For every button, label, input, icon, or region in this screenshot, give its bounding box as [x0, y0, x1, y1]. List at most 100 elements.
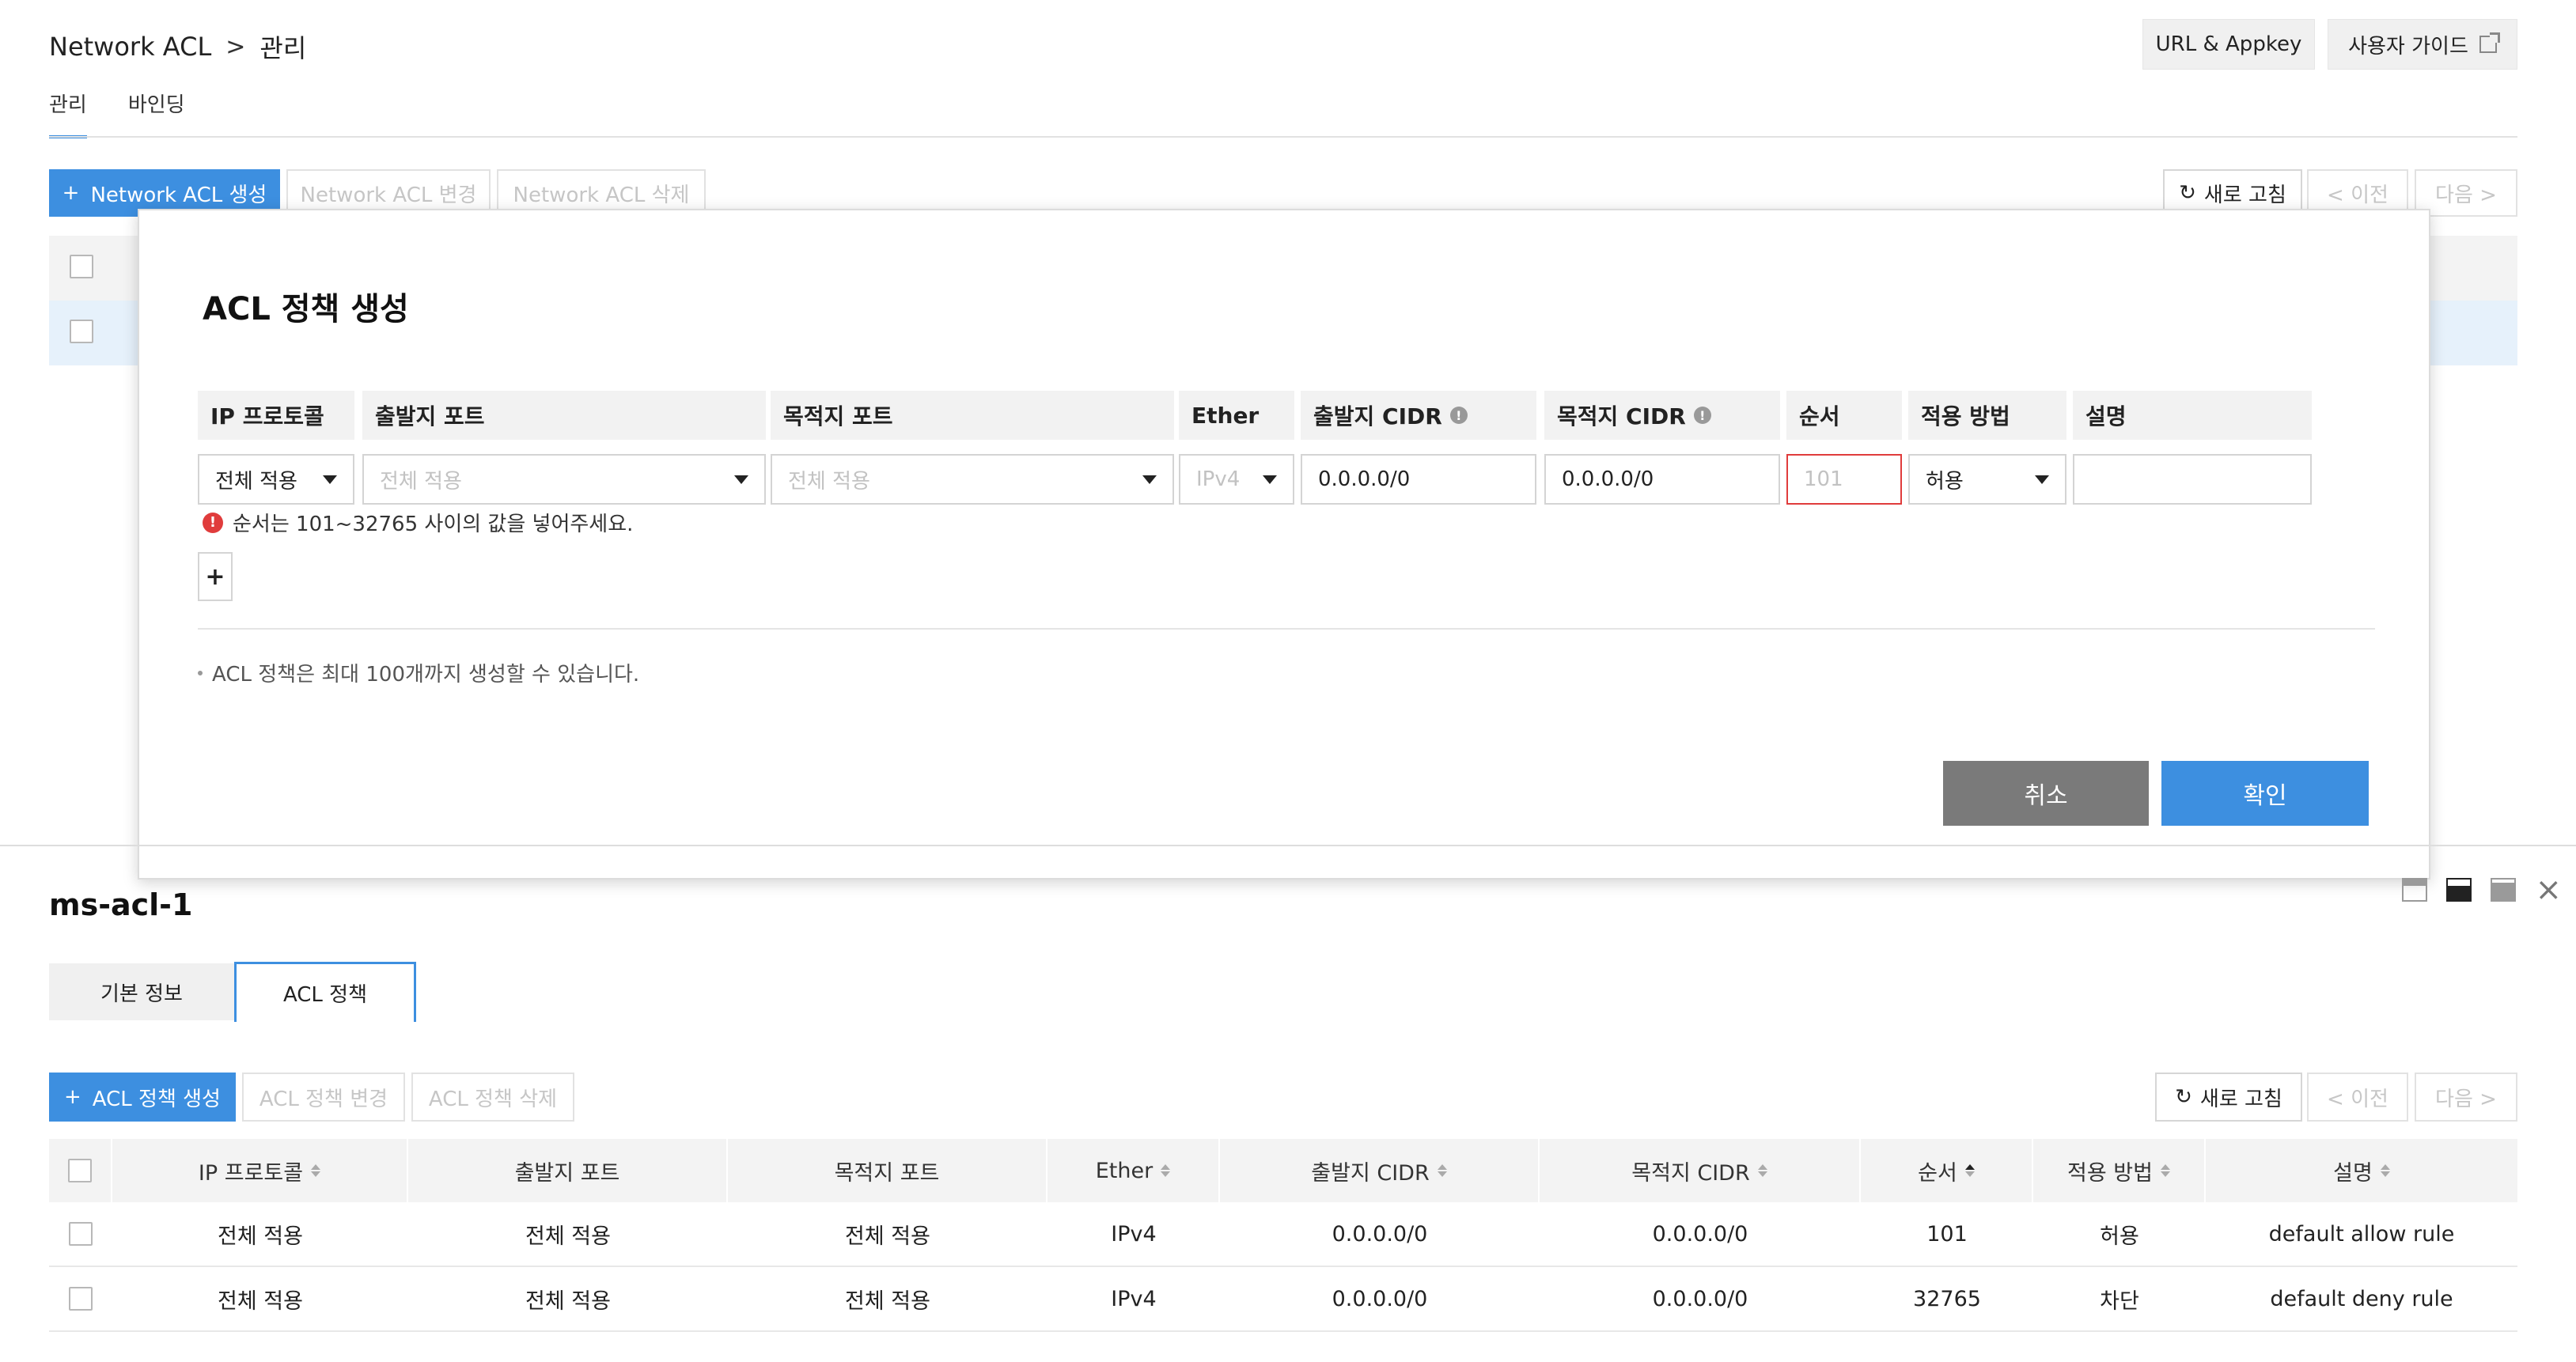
src-port-placeholder: 전체 적용: [380, 469, 462, 494]
refresh-label: 새로 고침: [2203, 183, 2286, 207]
chevron-down-icon: [323, 475, 337, 484]
cell-dst-port: 전체 적용: [845, 1288, 930, 1314]
cell-description: default deny rule: [2270, 1286, 2453, 1311]
panel-controls: ×: [2402, 874, 2562, 906]
detail-refresh-label: 새로 고침: [2199, 1087, 2282, 1111]
order-error-message: ! 순서는 101~32765 사이의 값을 넣어주세요.: [203, 508, 633, 537]
create-acl-label: Network ACL 생성: [90, 183, 267, 207]
panel-maximize-icon[interactable]: [2491, 878, 2517, 902]
breadcrumb-current: 관리: [259, 33, 307, 63]
dst-cidr-input[interactable]: 0.0.0.0/0: [1544, 454, 1780, 505]
method-value: 허용: [1926, 469, 1964, 494]
order-input[interactable]: 101: [1786, 454, 1902, 505]
acl-policy-table-header: IP 프로토콜 출발지 포트 목적지 포트 Ether 출발지 CIDR 목적지…: [49, 1139, 2517, 1202]
tabs-divider: [49, 136, 2517, 138]
cell-method: 허용: [2100, 1224, 2139, 1249]
src-port-select[interactable]: 전체 적용: [362, 454, 766, 505]
method-select[interactable]: 허용: [1908, 454, 2066, 505]
dst-port-placeholder: 전체 적용: [788, 469, 870, 494]
panel-divider[interactable]: [0, 845, 2576, 846]
table-row[interactable]: 전체 적용 전체 적용 전체 적용 IPv4 0.0.0.0/0 0.0.0.0…: [49, 1202, 2517, 1267]
col-dst-port: 목적지 포트: [771, 391, 1174, 440]
add-row-button[interactable]: +: [198, 552, 233, 601]
close-icon[interactable]: ×: [2535, 874, 2562, 906]
breadcrumb: Network ACL > 관리: [49, 28, 306, 65]
cell-order: 101: [1926, 1221, 1968, 1247]
th-description[interactable]: 설명: [2206, 1139, 2517, 1202]
user-guide-button[interactable]: 사용자 가이드: [2328, 19, 2517, 70]
sort-icon: [2380, 1164, 2390, 1177]
chevron-down-icon: [1263, 475, 1277, 484]
sort-icon: [1757, 1164, 1767, 1177]
col-description: 설명: [2073, 391, 2312, 440]
cell-dst-port: 전체 적용: [845, 1224, 930, 1249]
create-acl-policy-button[interactable]: + ACL 정책 생성: [49, 1073, 236, 1122]
bullet-icon: [198, 670, 203, 675]
src-cidr-input[interactable]: 0.0.0.0/0: [1301, 454, 1536, 505]
cell-ether: IPv4: [1111, 1286, 1157, 1311]
external-link-icon: [2479, 32, 2500, 53]
panel-minimize-icon[interactable]: [2402, 878, 2428, 902]
delete-acl-policy-button[interactable]: ACL 정책 삭제: [411, 1073, 574, 1122]
sort-asc-icon: [1964, 1164, 1975, 1177]
cell-src-cidr: 0.0.0.0/0: [1332, 1286, 1428, 1311]
th-dst-port: 목적지 포트: [728, 1139, 1047, 1202]
select-all-checkbox[interactable]: [68, 1159, 92, 1182]
cell-ip-protocol: 전체 적용: [218, 1224, 303, 1249]
th-order[interactable]: 순서: [1861, 1139, 2033, 1202]
tab-basic-info[interactable]: 기본 정보: [49, 963, 234, 1020]
detail-next-button[interactable]: 다음 >: [2415, 1073, 2517, 1122]
plus-icon: +: [64, 1085, 81, 1109]
modify-acl-policy-button[interactable]: ACL 정책 변경: [242, 1073, 405, 1122]
row-checkbox[interactable]: [70, 320, 93, 343]
th-ether[interactable]: Ether: [1047, 1139, 1220, 1202]
panel-half-icon[interactable]: [2446, 878, 2472, 902]
cell-ip-protocol: 전체 적용: [218, 1288, 303, 1314]
tab-manage[interactable]: 관리: [49, 89, 87, 138]
table-row[interactable]: 전체 적용 전체 적용 전체 적용 IPv4 0.0.0.0/0 0.0.0.0…: [49, 1267, 2517, 1332]
sort-icon: [311, 1164, 321, 1177]
cell-dst-cidr: 0.0.0.0/0: [1652, 1221, 1748, 1247]
url-appkey-button[interactable]: URL & Appkey: [2142, 19, 2315, 70]
refresh-icon: ↻: [2179, 181, 2196, 205]
tab-binding[interactable]: 바인딩: [128, 89, 185, 138]
cell-dst-cidr: 0.0.0.0/0: [1652, 1286, 1748, 1311]
url-appkey-label: URL & Appkey: [2155, 32, 2302, 56]
info-icon[interactable]: !: [1693, 407, 1711, 424]
detail-refresh-button[interactable]: ↻ 새로 고침: [2155, 1073, 2302, 1122]
ip-protocol-select[interactable]: 전체 적용: [198, 454, 354, 505]
tab-acl-policy[interactable]: ACL 정책: [234, 962, 416, 1022]
th-method[interactable]: 적용 방법: [2033, 1139, 2206, 1202]
error-icon: !: [203, 512, 223, 533]
delete-acl-label: Network ACL 삭제: [513, 183, 690, 207]
th-ip-protocol[interactable]: IP 프로토콜: [112, 1139, 408, 1202]
info-icon[interactable]: !: [1449, 407, 1468, 424]
row-checkbox[interactable]: [69, 1222, 93, 1246]
modal-note-text: ACL 정책은 최대 100개까지 생성할 수 있습니다.: [212, 663, 640, 687]
cell-order: 32765: [1913, 1286, 1981, 1311]
th-dst-cidr[interactable]: 목적지 CIDR: [1540, 1139, 1861, 1202]
sort-icon: [2160, 1164, 2170, 1177]
description-input[interactable]: [2073, 454, 2312, 505]
th-src-cidr[interactable]: 출발지 CIDR: [1220, 1139, 1540, 1202]
error-text: 순서는 101~32765 사이의 값을 넣어주세요.: [233, 513, 634, 536]
detail-prev-button[interactable]: < 이전: [2307, 1073, 2408, 1122]
select-all-checkbox[interactable]: [70, 255, 93, 278]
cancel-button[interactable]: 취소: [1943, 761, 2149, 826]
modify-acl-label: Network ACL 변경: [300, 183, 477, 207]
cell-method: 차단: [2100, 1288, 2139, 1314]
detail-prev-label: < 이전: [2327, 1087, 2388, 1111]
sort-icon: [1437, 1164, 1447, 1177]
confirm-button[interactable]: 확인: [2161, 761, 2369, 826]
sort-icon: [1161, 1164, 1171, 1177]
chevron-down-icon: [1142, 475, 1157, 484]
row-checkbox[interactable]: [69, 1287, 93, 1311]
prev-page-label: < 이전: [2327, 183, 2388, 207]
ether-select[interactable]: IPv4: [1179, 454, 1294, 505]
user-guide-label: 사용자 가이드: [2348, 34, 2468, 59]
dst-port-select[interactable]: 전체 적용: [771, 454, 1174, 505]
modal-title: ACL 정책 생성: [203, 291, 409, 327]
breadcrumb-root[interactable]: Network ACL: [49, 32, 211, 62]
modal-divider: [198, 628, 2375, 630]
ether-placeholder: IPv4: [1196, 467, 1241, 491]
